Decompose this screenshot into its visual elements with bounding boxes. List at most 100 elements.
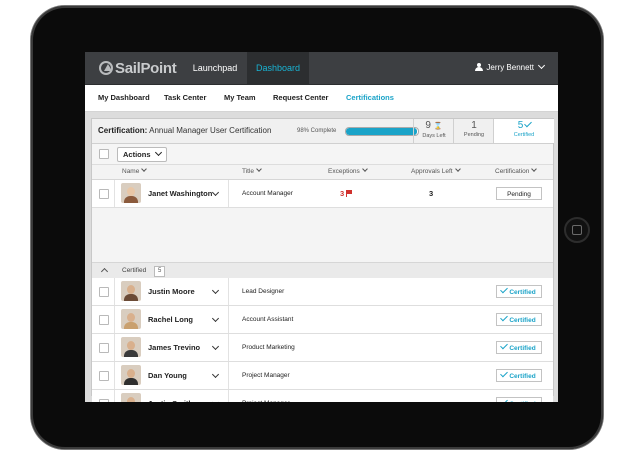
top-bar: SailPoint Launchpad Dashboard Jerry Benn… (85, 52, 558, 85)
certified-button[interactable]: Certified (496, 397, 542, 402)
stat-certified[interactable]: 5 Certified (493, 119, 554, 143)
sailpoint-logo-icon (99, 61, 113, 75)
row-checkbox[interactable] (99, 287, 109, 297)
table-row[interactable]: Justin Moore Lead Designer Certified (92, 278, 553, 306)
nav-dashboard[interactable]: Dashboard (247, 52, 309, 84)
pending-button[interactable]: Pending (496, 187, 542, 200)
row-checkbox[interactable] (99, 343, 109, 353)
certification-title: Certification: Annual Manager User Certi… (98, 119, 271, 143)
chevron-down-icon[interactable] (211, 398, 220, 402)
table-row[interactable]: James Trevino Product Marketing Certified (92, 334, 553, 362)
approvals-left: 3 (429, 189, 434, 198)
row-title: Project Manager (242, 372, 290, 379)
sailpoint-logo[interactable]: SailPoint (99, 60, 177, 77)
check-icon (500, 285, 509, 294)
row-name[interactable]: Janet Washington (148, 180, 212, 207)
certified-button[interactable]: Certified (496, 285, 542, 298)
row-title: Product Marketing (242, 344, 295, 351)
row-name[interactable]: Justin Moore (148, 278, 195, 305)
tab-my-team[interactable]: My Team (224, 85, 256, 111)
certified-button[interactable]: Certified (496, 369, 542, 382)
row-name[interactable]: Rachel Long (148, 306, 193, 333)
user-menu[interactable]: Jerry Bennett (475, 52, 546, 84)
group-label: Certified (122, 267, 147, 274)
col-name[interactable]: Name (122, 165, 148, 179)
tab-certifications[interactable]: Certifications (346, 85, 394, 111)
check-icon (500, 369, 509, 378)
days-left-label: Days Left (422, 133, 446, 139)
check-icon (524, 119, 533, 128)
col-approvals-left[interactable]: Approvals Left (411, 165, 461, 179)
progress-fill (346, 128, 417, 135)
certification-header: Certification: Annual Manager User Certi… (92, 119, 554, 144)
tab-my-dashboard[interactable]: My Dashboard (98, 85, 150, 111)
sort-icon (141, 166, 148, 172)
col-certification[interactable]: Certification (495, 165, 538, 179)
app-screen: SailPoint Launchpad Dashboard Jerry Benn… (85, 52, 558, 402)
actions-bar: Actions (92, 144, 553, 165)
select-all-checkbox[interactable] (99, 149, 109, 159)
row-checkbox[interactable] (99, 189, 109, 199)
avatar (121, 281, 141, 301)
home-square-icon (572, 225, 582, 235)
chevron-down-icon[interactable] (211, 188, 220, 197)
actions-button[interactable]: Actions (117, 147, 167, 162)
avatar (121, 309, 141, 329)
table-row[interactable]: Rachel Long Account Assistant Certified (92, 306, 553, 334)
check-icon (500, 313, 509, 322)
row-checkbox[interactable] (99, 315, 109, 325)
tab-task-center[interactable]: Task Center (164, 85, 206, 111)
flag-icon (346, 190, 353, 197)
chevron-down-icon[interactable] (211, 370, 220, 379)
chevron-down-icon[interactable] (211, 342, 220, 351)
chevron-up-icon[interactable] (100, 267, 109, 276)
nav-launchpad[interactable]: Launchpad (185, 52, 245, 84)
check-icon (500, 397, 509, 402)
stat-days-left: 9 ⌛ Days Left (413, 119, 454, 143)
row-title: Lead Designer (242, 288, 285, 295)
avatar (121, 183, 141, 203)
certification-panel: Certification: Annual Manager User Certi… (91, 118, 554, 402)
user-name: Jerry Bennett (486, 63, 534, 72)
sort-icon (531, 166, 538, 172)
avatar (121, 337, 141, 357)
certification-label: Certification: (98, 126, 148, 135)
hourglass-icon: ⌛ (433, 123, 443, 130)
sort-icon (361, 166, 368, 172)
certified-value: 5 (517, 120, 524, 131)
home-button[interactable] (564, 217, 590, 243)
row-name[interactable]: Justin Smith (148, 390, 193, 402)
sort-icon (454, 166, 461, 172)
row-title: Project Manager (242, 390, 290, 402)
exceptions-count[interactable]: 3 (340, 180, 353, 207)
chevron-down-icon[interactable] (211, 286, 220, 295)
check-icon (500, 341, 509, 350)
logo-text: SailPoint (115, 60, 177, 77)
tab-request-center[interactable]: Request Center (273, 85, 328, 111)
row-checkbox[interactable] (99, 399, 109, 402)
row-checkbox[interactable] (99, 371, 109, 381)
row-title: Account Assistant (242, 316, 294, 323)
table-row[interactable]: Justin Smith Project Manager Certified (92, 390, 553, 402)
progress-bar (345, 127, 419, 136)
certified-label: Certified (513, 132, 535, 138)
certified-button[interactable]: Certified (496, 313, 542, 326)
row-name[interactable]: Dan Young (148, 362, 187, 389)
user-icon (475, 63, 484, 71)
certified-button[interactable]: Certified (496, 341, 542, 354)
days-left-value: 9 (425, 120, 431, 131)
table-row[interactable]: Janet Washington Account Manager 3 3 Pen… (92, 180, 553, 208)
stat-pending[interactable]: 1 Pending (453, 119, 494, 143)
row-name[interactable]: James Trevino (148, 334, 200, 361)
certification-name: Annual Manager User Certification (149, 126, 272, 135)
actions-label: Actions (123, 150, 151, 159)
secondary-tabs: My Dashboard Task Center My Team Request… (85, 85, 558, 112)
pending-label: Pending (463, 132, 485, 138)
certified-group-header[interactable]: Certified 5 (92, 262, 553, 279)
avatar (121, 365, 141, 385)
col-title[interactable]: Title (242, 165, 262, 179)
col-exceptions[interactable]: Exceptions (328, 165, 368, 179)
table-row[interactable]: Dan Young Project Manager Certified (92, 362, 553, 390)
chevron-down-icon[interactable] (211, 314, 220, 323)
chevron-down-icon (537, 61, 546, 70)
